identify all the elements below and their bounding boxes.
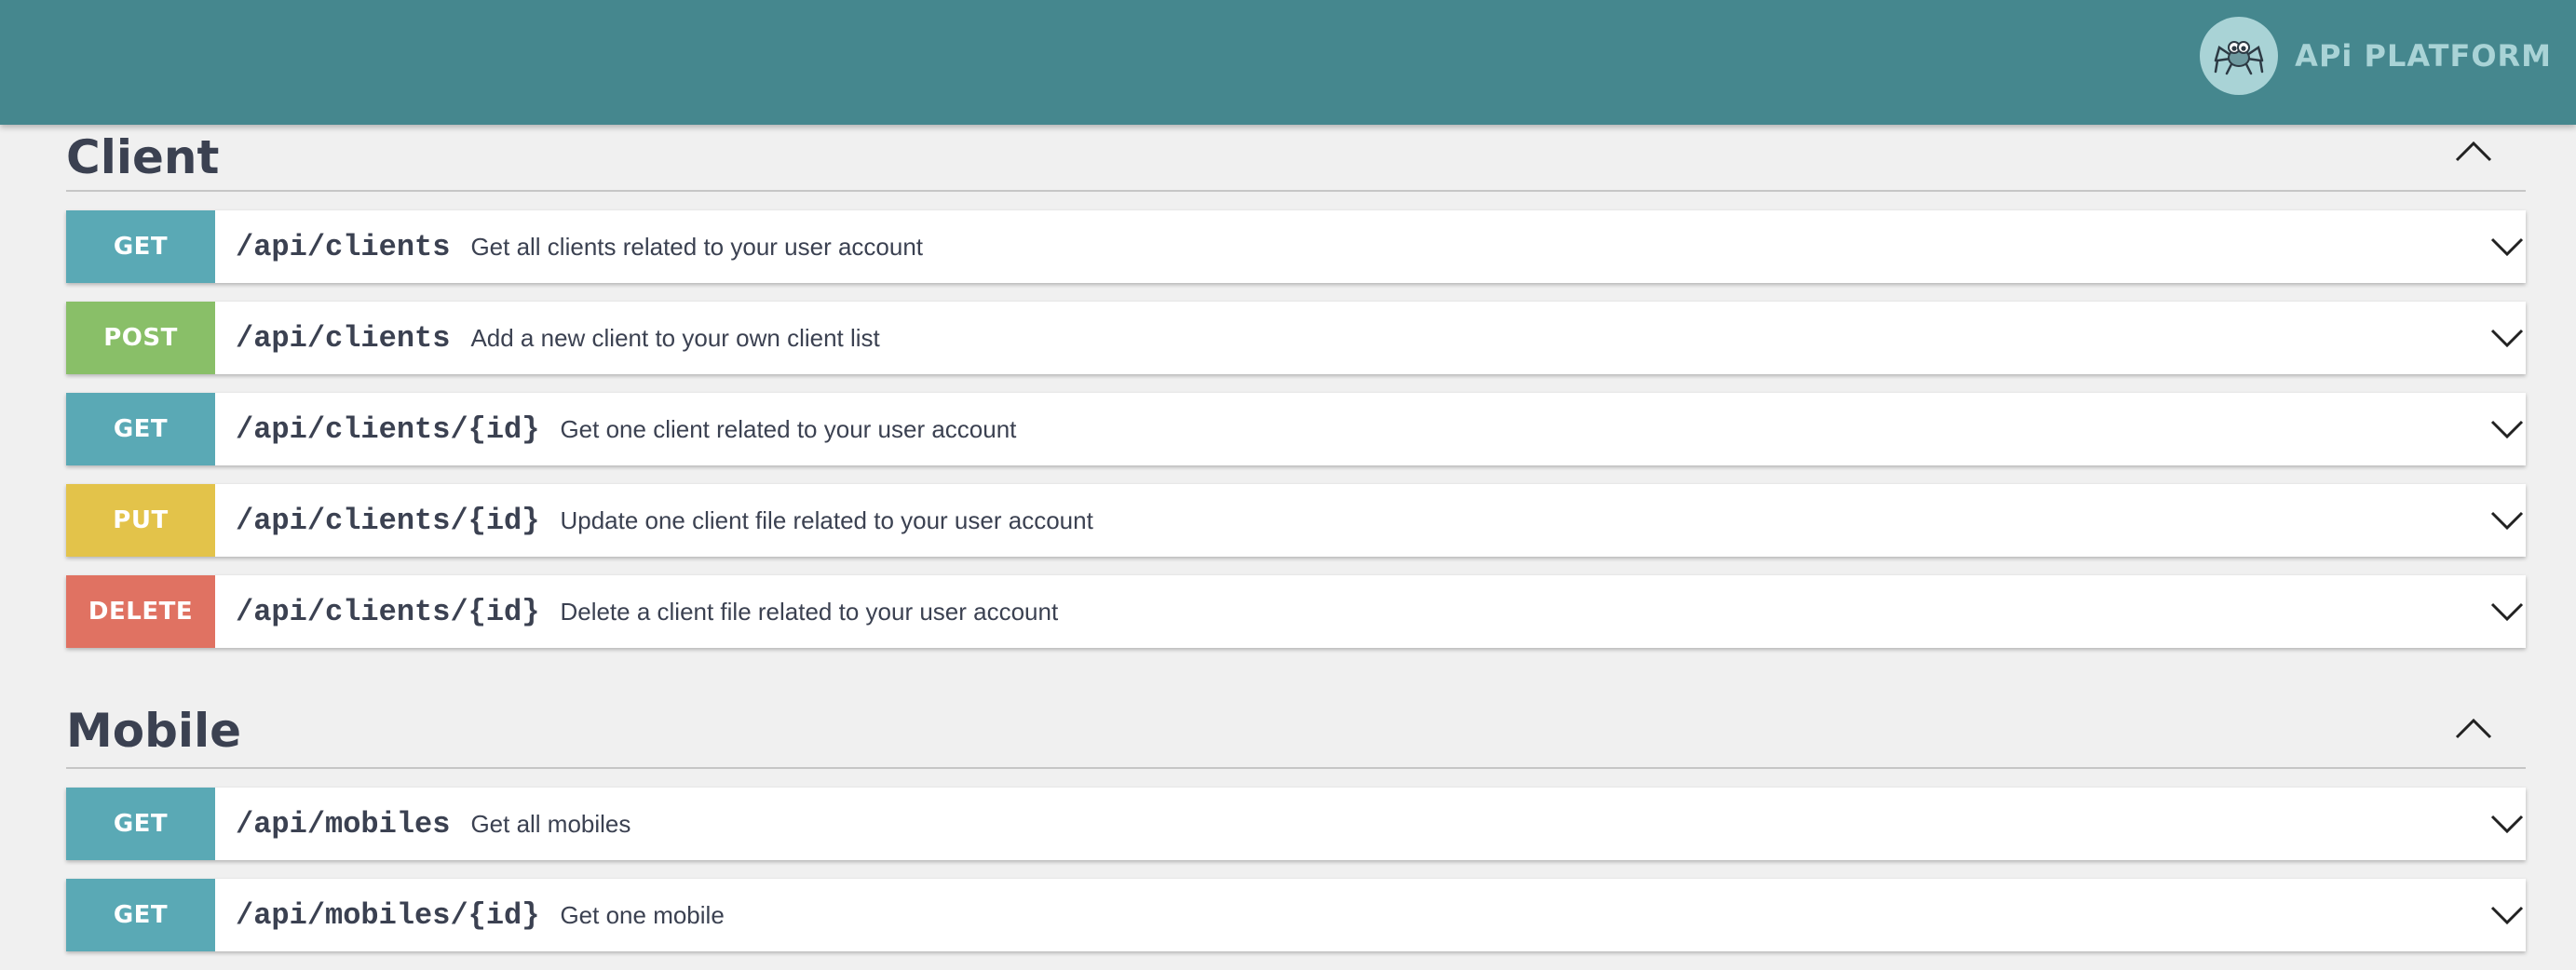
- operation-summary: Add a new client to your own client list: [470, 323, 880, 352]
- chevron-down-icon[interactable]: [2488, 411, 2526, 448]
- method-badge: DELETE: [66, 575, 215, 648]
- section-mobile: Mobile GET /api/mobiles Get all mobiles …: [66, 667, 2526, 951]
- operation-get-mobiles[interactable]: GET /api/mobiles Get all mobiles: [66, 788, 2526, 860]
- method-badge: GET: [66, 879, 215, 951]
- operation-path: /api/clients: [236, 320, 451, 356]
- operation-path: /api/clients/{id}: [236, 503, 540, 538]
- operation-post-clients[interactable]: POST /api/clients Add a new client to yo…: [66, 302, 2526, 374]
- method-badge: POST: [66, 302, 215, 374]
- chevron-up-icon[interactable]: [2453, 134, 2494, 171]
- operation-get-mobile-by-id[interactable]: GET /api/mobiles/{id} Get one mobile: [66, 879, 2526, 951]
- operation-summary: Get all clients related to your user acc…: [470, 232, 924, 261]
- chevron-down-icon[interactable]: [2488, 805, 2526, 842]
- top-bar: APi PLATFORM: [0, 0, 2576, 125]
- brand-text: APi PLATFORM: [2295, 38, 2552, 74]
- method-badge: GET: [66, 788, 215, 860]
- api-operations: Client GET /api/clients Get all clients …: [66, 125, 2526, 970]
- chevron-down-icon[interactable]: [2488, 896, 2526, 934]
- method-badge: GET: [66, 393, 215, 465]
- section-title: Mobile: [66, 704, 242, 758]
- operation-get-clients[interactable]: GET /api/clients Get all clients related…: [66, 210, 2526, 283]
- operation-summary: Get all mobiles: [470, 809, 631, 838]
- chevron-down-icon[interactable]: [2488, 319, 2526, 357]
- operation-path: /api/clients: [236, 229, 451, 264]
- section-header-client[interactable]: Client: [66, 125, 2526, 192]
- operation-summary: Get one client related to your user acco…: [560, 414, 1017, 443]
- operation-delete-client[interactable]: DELETE /api/clients/{id} Delete a client…: [66, 575, 2526, 648]
- chevron-down-icon[interactable]: [2488, 228, 2526, 265]
- operation-path: /api/clients/{id}: [236, 594, 540, 629]
- operation-put-client[interactable]: PUT /api/clients/{id} Update one client …: [66, 484, 2526, 557]
- chevron-down-icon[interactable]: [2488, 593, 2526, 630]
- chevron-down-icon[interactable]: [2488, 502, 2526, 539]
- operation-get-client-by-id[interactable]: GET /api/clients/{id} Get one client rel…: [66, 393, 2526, 465]
- operation-path: /api/mobiles: [236, 806, 451, 842]
- operation-summary: Get one mobile: [560, 900, 725, 929]
- chevron-up-icon[interactable]: [2453, 711, 2494, 748]
- spider-icon: [2200, 17, 2279, 95]
- operation-path: /api/mobiles/{id}: [236, 897, 540, 933]
- operation-summary: Update one client file related to your u…: [560, 505, 1093, 534]
- section-client: Client GET /api/clients Get all clients …: [66, 125, 2526, 648]
- operation-summary: Delete a client file related to your use…: [560, 597, 1059, 626]
- method-badge: GET: [66, 210, 215, 283]
- section-header-mobile[interactable]: Mobile: [66, 667, 2526, 769]
- brand[interactable]: APi PLATFORM: [2200, 17, 2552, 95]
- section-title: Client: [66, 130, 220, 184]
- operation-path: /api/clients/{id}: [236, 411, 540, 447]
- method-badge: PUT: [66, 484, 215, 557]
